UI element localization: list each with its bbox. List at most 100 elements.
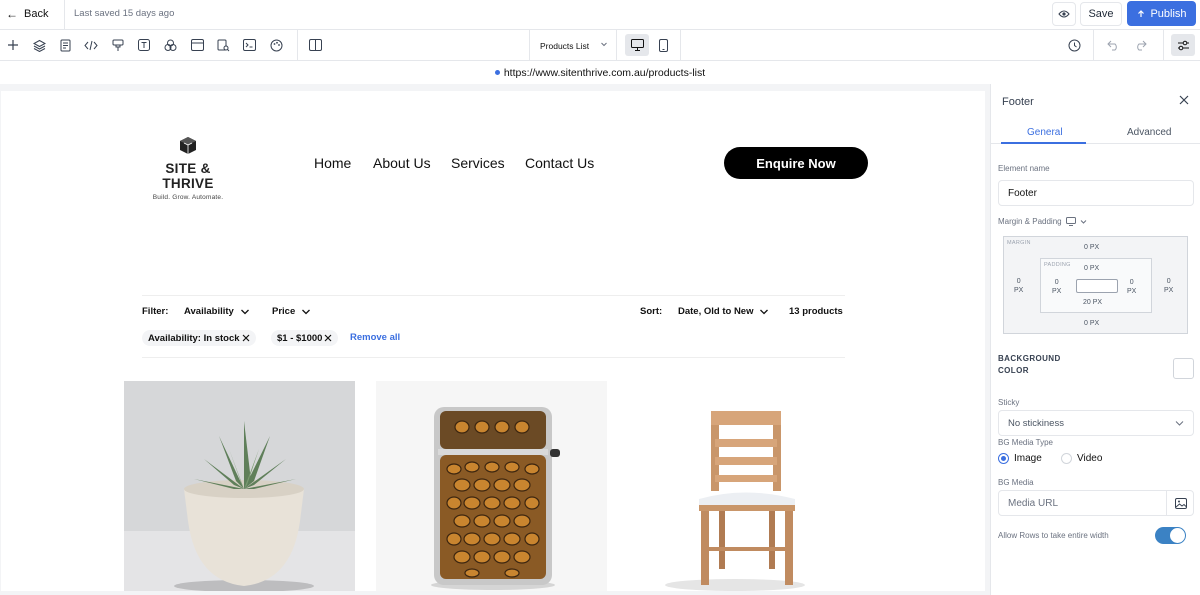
element-box — [1076, 279, 1118, 293]
publish-button[interactable]: Publish — [1127, 1, 1196, 26]
margin-bottom-value[interactable]: 0 PX — [1084, 319, 1099, 328]
padding-right-value[interactable]: 0 PX — [1127, 278, 1136, 296]
split-view-icon[interactable] — [307, 37, 323, 53]
brush-icon[interactable] — [110, 37, 126, 53]
history-icon[interactable] — [1066, 37, 1082, 53]
product-card-lighter[interactable] — [376, 381, 607, 591]
radio-image-dot — [998, 453, 1009, 464]
text-icon[interactable] — [136, 37, 152, 53]
nav-home[interactable]: Home — [314, 155, 351, 171]
properties-panel: Footer General Advanced Element name Foo… — [990, 84, 1200, 595]
close-icon[interactable] — [242, 334, 250, 342]
margin-top-value[interactable]: 0 PX — [1084, 243, 1099, 252]
active-tab-indicator — [1001, 142, 1086, 144]
background-color-swatch[interactable] — [1173, 358, 1194, 379]
padding-right-number: 0 — [1129, 279, 1134, 286]
divider — [142, 357, 845, 358]
plant-image — [124, 421, 355, 591]
site-logo[interactable]: SITE & THRIVE Build. Grow. Automate. — [141, 136, 235, 201]
product-card-plant[interactable] — [124, 381, 355, 591]
chevron-down-icon — [1175, 421, 1184, 426]
allow-rows-toggle[interactable] — [1155, 527, 1186, 544]
code-icon[interactable] — [83, 37, 99, 53]
sticky-select[interactable]: No stickiness — [998, 410, 1194, 436]
availability-filter[interactable]: Availability — [184, 306, 250, 317]
padding-top-value[interactable]: 0 PX — [1084, 264, 1099, 273]
page-url: https://www.sitenthrive.com.au/products-… — [503, 66, 706, 79]
remove-all-link[interactable]: Remove all — [350, 332, 400, 343]
pages-icon[interactable] — [57, 37, 73, 53]
media-picker-button[interactable] — [1166, 491, 1194, 516]
padding-box[interactable]: PADDING 0 PX 0 PX 0 PX 20 PX — [1040, 258, 1152, 313]
margin-left-value[interactable]: 0 PX — [1014, 277, 1023, 295]
back-label: Back — [24, 8, 49, 20]
divider — [142, 295, 845, 296]
nav-services[interactable]: Services — [451, 155, 505, 171]
tab-general[interactable]: General — [1027, 127, 1063, 138]
close-icon[interactable] — [1179, 95, 1189, 105]
allow-rows-label: Allow Rows to take entire width — [998, 531, 1109, 540]
cube-logo-icon — [180, 137, 196, 154]
price-filter[interactable]: Price — [272, 306, 311, 317]
margin-right-value[interactable]: 0 PX — [1164, 277, 1173, 295]
close-icon[interactable] — [324, 334, 332, 342]
settings-panel-button[interactable] — [1171, 34, 1195, 56]
undo-icon[interactable] — [1105, 37, 1121, 53]
tab-advanced[interactable]: Advanced — [1127, 127, 1171, 138]
radio-video[interactable]: Video — [1061, 453, 1102, 464]
arrow-left-icon: ← — [6, 7, 18, 21]
filter-chip-price[interactable]: $1 - $1000 — [271, 330, 339, 346]
chevron-down-icon — [302, 309, 311, 314]
page-selector[interactable]: Products List — [530, 30, 616, 61]
eye-icon — [1058, 10, 1070, 18]
back-button[interactable]: ← Back — [6, 7, 48, 21]
margin-box[interactable]: MARGIN 0 PX 0 PX 0 PX 0 PX PADDING 0 PX … — [1003, 236, 1188, 334]
media-url-input[interactable]: Media URL — [998, 490, 1194, 516]
layers-icon[interactable] — [31, 37, 47, 53]
bg-media-label: BG Media — [998, 478, 1034, 487]
preview-button[interactable] — [1052, 2, 1076, 26]
phone-icon — [658, 38, 668, 52]
element-name-input[interactable]: Footer — [998, 180, 1194, 206]
margin-padding-label: Margin & Padding — [998, 217, 1087, 226]
sort-dropdown[interactable]: Date, Old to New — [678, 306, 769, 317]
margin-left-unit: PX — [1014, 287, 1024, 294]
monitor-icon[interactable] — [1065, 217, 1076, 226]
chevron-down-icon[interactable] — [1080, 219, 1087, 225]
padding-bottom-value[interactable]: 20 PX — [1083, 298, 1102, 307]
browser-icon[interactable] — [189, 37, 205, 53]
search-doc-icon[interactable] — [215, 37, 231, 53]
chair-image — [665, 411, 805, 591]
radio-video-dot — [1061, 453, 1072, 464]
filter-chip-availability[interactable]: Availability: In stock — [142, 330, 256, 346]
elements-icon[interactable] — [162, 37, 178, 53]
chip-label: Availability: In stock — [148, 332, 240, 344]
divider — [297, 30, 298, 61]
radio-image[interactable]: Image — [998, 453, 1042, 464]
padding-left-unit: PX — [1052, 288, 1062, 295]
nav-about[interactable]: About Us — [373, 155, 431, 171]
image-icon — [1174, 498, 1187, 509]
nav-contact[interactable]: Contact Us — [525, 155, 594, 171]
desktop-view-button[interactable] — [625, 34, 649, 56]
redo-icon[interactable] — [1132, 37, 1148, 53]
availability-filter-label: Availability — [184, 306, 234, 317]
page-canvas[interactable]: SITE & THRIVE Build. Grow. Automate. Hom… — [1, 91, 985, 591]
terminal-icon[interactable] — [241, 37, 257, 53]
save-button[interactable]: Save — [1080, 2, 1122, 26]
padding-left-number: 0 — [1054, 279, 1059, 286]
status-dot — [494, 70, 500, 75]
enquire-now-button[interactable]: Enquire Now — [724, 147, 868, 179]
padding-right-unit: PX — [1127, 288, 1137, 295]
palette-icon[interactable] — [268, 37, 284, 53]
element-name-label: Element name — [998, 164, 1050, 173]
margin-right-number: 0 — [1166, 278, 1171, 285]
background-color-label-line1: BACKGROUND — [998, 354, 1061, 363]
mobile-view-button[interactable] — [655, 34, 671, 56]
product-card-chair[interactable] — [627, 381, 858, 591]
monitor-icon — [630, 39, 644, 51]
padding-left-value[interactable]: 0 PX — [1052, 278, 1061, 296]
save-status: Last saved 15 days ago — [74, 8, 175, 19]
filter-label: Filter: — [142, 306, 169, 317]
plus-icon[interactable] — [5, 37, 21, 53]
